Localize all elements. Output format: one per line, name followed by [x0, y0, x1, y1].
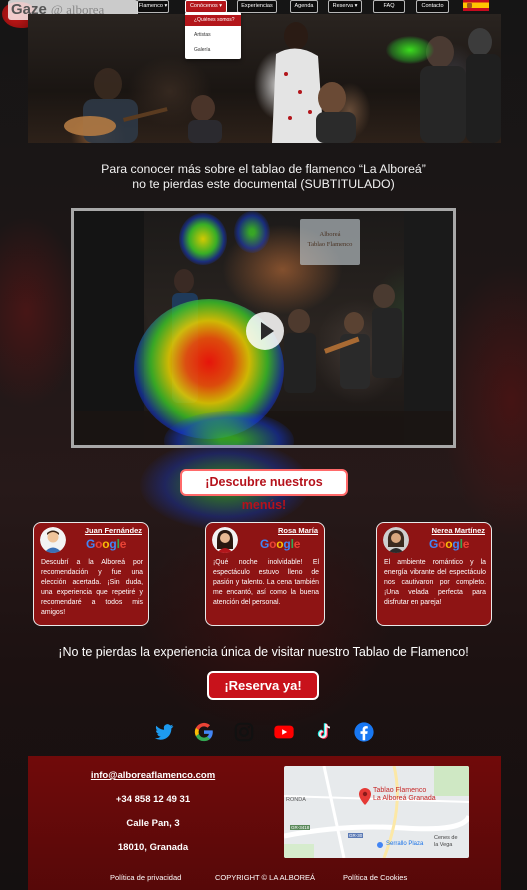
- google-logo: Google: [86, 537, 127, 551]
- footer: info@alboreaflamenco.com +34 858 12 49 3…: [28, 756, 501, 890]
- nav-contacto[interactable]: Contacto: [416, 0, 449, 13]
- review-card: Rosa María Google ¡Qué noche inolvidable…: [205, 522, 325, 626]
- dropdown-item-artistas[interactable]: Artistas: [185, 30, 241, 41]
- reviewer-name: Rosa María: [277, 526, 318, 535]
- conocenos-dropdown: ¿Quiénes somos? Artistas Galería: [185, 12, 241, 59]
- location-map[interactable]: Tablao Flamenco La Alboreá Granada RONDA …: [284, 766, 469, 858]
- twitter-icon[interactable]: [153, 721, 175, 743]
- reserve-button[interactable]: ¡Reserva ya!: [207, 671, 319, 700]
- footer-city: 18010, Granada: [117, 842, 189, 853]
- footer-phone[interactable]: +34 858 12 49 31: [28, 794, 278, 805]
- google-logo: Google: [429, 537, 470, 551]
- intro-line-2: no te pierdas este documental (SUBTITULA…: [132, 177, 395, 191]
- footer-email-link[interactable]: info@alboreaflamenco.com: [28, 770, 278, 781]
- copyright-text: COPYRIGHT © LA ALBOREÁ: [215, 873, 316, 882]
- reviewer-name: Nerea Martínez: [431, 526, 485, 535]
- avatar: [212, 527, 238, 553]
- map-road-label: GR-3418: [290, 825, 311, 830]
- experience-cta-text: ¡No te pierdas la experiencia única de v…: [58, 645, 469, 659]
- google-icon[interactable]: [193, 721, 215, 743]
- hero-image: [28, 14, 501, 143]
- footer-street: Calle Pan, 3: [126, 818, 180, 829]
- review-text: El ambiente romántico y la energía vibra…: [384, 559, 486, 606]
- nav-reserva[interactable]: Reserva ▾: [328, 0, 362, 13]
- heatmap-spot: [234, 211, 270, 253]
- avatar: [383, 527, 409, 553]
- tablao-sign: Alboreá Tablao Flamenco: [300, 219, 360, 265]
- review-text: Descubrí a la Alboreá por recomendación …: [41, 559, 143, 616]
- map-area-label: RONDA: [286, 797, 306, 803]
- heatmap-spot: [179, 213, 227, 265]
- youtube-icon[interactable]: [273, 721, 295, 743]
- instagram-icon[interactable]: [233, 721, 255, 743]
- discover-menus-button[interactable]: ¡Descubre nuestros menús!: [180, 469, 348, 512]
- review-card: Nerea Martínez Google El ambiente románt…: [376, 522, 492, 626]
- review-card: Juan Fernández Google Descubrí a la Albo…: [33, 522, 149, 626]
- cookies-policy-link[interactable]: Política de Cookies: [343, 873, 407, 882]
- nav-faq[interactable]: FAQ: [373, 0, 405, 13]
- privacy-policy-link[interactable]: Política de privacidad: [110, 873, 181, 882]
- documentary-intro: Para conocer más sobre el tablao de flam…: [40, 162, 487, 192]
- map-road-label: GR-30: [348, 833, 364, 838]
- heatmap-spot: [386, 36, 434, 64]
- tiktok-icon[interactable]: [313, 721, 335, 743]
- google-logo: Google: [260, 537, 301, 551]
- dropdown-item-quienes-somos[interactable]: ¿Quiénes somos?: [185, 15, 241, 26]
- play-icon: [261, 322, 274, 340]
- facebook-icon[interactable]: [353, 721, 375, 743]
- avatar: [40, 527, 66, 553]
- nav-agenda[interactable]: Agenda: [290, 0, 318, 13]
- documentary-video[interactable]: Alboreá Tablao Flamenco: [71, 208, 456, 448]
- map-area-label: Cenes de la Vega: [434, 835, 458, 848]
- nav-experiencias[interactable]: Experiencias: [237, 0, 277, 13]
- reviewer-name: Juan Fernández: [84, 526, 142, 535]
- dropdown-item-galeria[interactable]: Galería: [185, 45, 241, 56]
- flag-seal: [467, 3, 472, 8]
- nav-flamenco[interactable]: Flamenco ▾: [137, 0, 169, 13]
- intro-line-1: Para conocer más sobre el tablao de flam…: [101, 162, 426, 176]
- map-place-label: Tablao Flamenco La Alboreá Granada: [373, 787, 436, 802]
- hero-scene: [64, 22, 501, 143]
- map-area-label: Serrallo Plaza: [386, 841, 424, 847]
- review-text: ¡Qué noche inolvidable! El espectáculo e…: [213, 559, 319, 606]
